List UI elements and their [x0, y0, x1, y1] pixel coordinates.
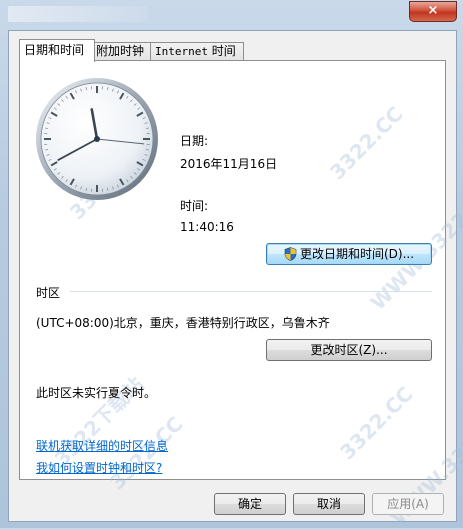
time-value: 11:40:16: [180, 220, 234, 234]
online-timezone-info-link[interactable]: 联机获取详细的时区信息: [36, 437, 168, 454]
clock-center: [94, 136, 100, 142]
timezone-separator: [70, 291, 432, 292]
tab-panel: 3322.CC WWW.3322.CC 3322.CC 3322下载站 3322…: [19, 60, 446, 480]
cancel-button[interactable]: 取消: [293, 493, 365, 515]
tab-label-cn: 时间: [208, 44, 236, 58]
tab-label: 日期和时间: [24, 43, 84, 57]
timezone-heading: 时区: [36, 284, 60, 301]
dst-notice: 此时区未实行夏令时。: [36, 384, 156, 401]
apply-button[interactable]: 应用(A): [372, 493, 444, 515]
ok-button[interactable]: 确定: [214, 493, 286, 515]
change-datetime-button[interactable]: 更改日期和时间(D)...: [266, 243, 432, 265]
tab-additional-clocks[interactable]: 附加时钟: [91, 42, 155, 61]
change-timezone-label: 更改时区(Z)...: [310, 343, 387, 357]
window-title-blurred: [8, 6, 148, 22]
change-timezone-button[interactable]: 更改时区(Z)...: [266, 339, 432, 361]
watermark: 3322.CC: [335, 382, 417, 464]
analog-clock: [34, 76, 160, 202]
how-to-set-clock-link[interactable]: 我如何设置时钟和时区?: [36, 459, 162, 476]
time-label: 时间:: [180, 197, 208, 214]
date-label: 日期:: [180, 132, 208, 149]
tab-label-latin: Internet: [155, 45, 208, 58]
dialog-frame: 日期和时间 附加时钟 Internet 时间 3322.CC WWW.3322.…: [8, 30, 457, 522]
date-value: 2016年11月16日: [180, 155, 277, 172]
tab-date-time[interactable]: 日期和时间: [19, 39, 95, 62]
uac-shield-icon: [284, 247, 297, 261]
close-button[interactable]: ×: [409, 1, 457, 22]
watermark: 3322.CC: [325, 102, 407, 184]
change-datetime-label: 更改日期和时间(D)...: [300, 247, 414, 261]
timezone-value: (UTC+08:00)北京，重庆，香港特别行政区，乌鲁木齐: [36, 314, 330, 331]
tab-internet-time[interactable]: Internet 时间: [150, 42, 244, 61]
tab-label: 附加时钟: [96, 44, 144, 58]
title-bar: ×: [0, 0, 463, 30]
